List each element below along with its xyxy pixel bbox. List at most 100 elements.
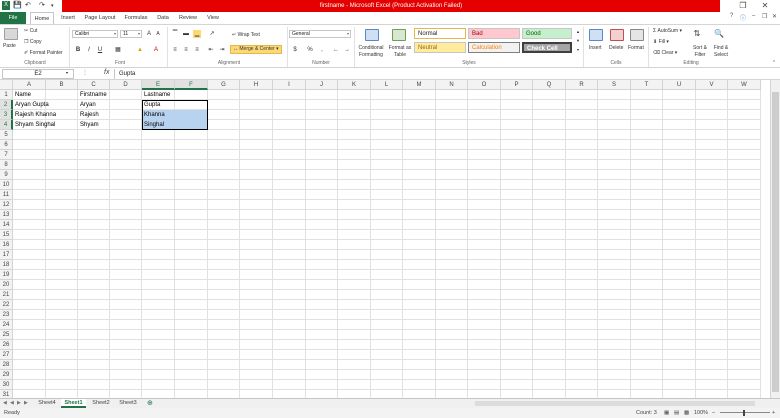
page-break-view-icon[interactable]: ▩ — [684, 408, 689, 418]
column-header[interactable]: G — [208, 80, 240, 90]
cell-a2[interactable]: Aryan Gupta — [13, 100, 49, 110]
delete-button[interactable]: Delete — [609, 45, 623, 52]
spreadsheet-grid[interactable]: A B C D E F G H I J K L M N O P Q R S T U V W 1 2 3 4 5 6 7 8 9 10 11 12 13… — [0, 80, 780, 398]
conditional-formatting-icon[interactable] — [365, 29, 379, 41]
cell-e3[interactable]: Khanna — [142, 110, 165, 120]
grow-font-icon[interactable]: A — [145, 30, 153, 38]
next-sheet-icon[interactable]: ▶ — [17, 399, 21, 408]
tab-data[interactable]: Data — [153, 12, 173, 24]
format-as-table-icon[interactable] — [392, 29, 406, 41]
font-name-combo[interactable]: Calibri ▾ — [72, 30, 118, 38]
help-circle-icon[interactable]: ⓘ — [740, 13, 746, 22]
style-calculation[interactable]: Calculation — [468, 42, 520, 53]
row-header[interactable]: 10 — [0, 180, 13, 190]
bold-icon[interactable]: B — [74, 46, 82, 54]
sheet-tab-sheet3[interactable]: Sheet3 — [116, 399, 140, 408]
autosum-button[interactable]: Σ AutoSum ▾ — [653, 28, 682, 35]
qat-customize-icon[interactable]: ▾ — [51, 1, 54, 11]
row-header[interactable]: 22 — [0, 300, 13, 310]
tab-page-layout[interactable]: Page Layout — [82, 12, 118, 24]
borders-icon[interactable]: ▦ — [114, 46, 122, 54]
delete-cells-icon[interactable] — [610, 29, 624, 41]
styles-scroll-up-icon[interactable]: ▲ — [574, 28, 582, 36]
format-cells-icon[interactable] — [630, 29, 644, 41]
zoom-level[interactable]: 100% — [694, 408, 708, 418]
find-select-button[interactable]: Find & Select — [710, 45, 732, 59]
cell-c3[interactable]: Rajesh — [78, 110, 99, 120]
horizontal-scrollbar[interactable] — [475, 401, 755, 406]
column-header[interactable]: N — [436, 80, 468, 90]
sort-filter-button[interactable]: Sort & Filter — [689, 45, 711, 59]
row-header[interactable]: 29 — [0, 370, 13, 380]
align-center-icon[interactable]: ≡ — [182, 46, 190, 54]
style-neutral[interactable]: Neutral — [414, 42, 466, 53]
styles-scroll-down-icon[interactable]: ▼ — [574, 37, 582, 45]
row-header[interactable]: 12 — [0, 200, 13, 210]
row-header[interactable]: 27 — [0, 350, 13, 360]
cell-e2[interactable]: Gupta — [142, 100, 160, 110]
row-header[interactable]: 6 — [0, 140, 13, 150]
align-top-icon[interactable]: ▔ — [171, 30, 179, 38]
vertical-scrollbar[interactable] — [770, 80, 780, 398]
cell-c4[interactable]: Shyam — [78, 120, 99, 130]
insert-cells-icon[interactable] — [589, 29, 603, 41]
wrap-text-button[interactable]: ↵ Wrap Text — [232, 32, 260, 39]
sort-filter-icon[interactable]: ⇅ — [693, 30, 701, 38]
cell-a4[interactable]: Shyam Singhal — [13, 120, 55, 130]
align-middle-icon[interactable]: ▬ — [182, 30, 190, 38]
row-header[interactable]: 15 — [0, 230, 13, 240]
row-header[interactable]: 5 — [0, 130, 13, 140]
align-bottom-icon[interactable]: ▁ — [193, 30, 201, 38]
clear-button[interactable]: ⌫ Clear ▾ — [653, 50, 677, 57]
new-sheet-icon[interactable]: ⊕ — [147, 399, 153, 408]
prev-sheet-icon[interactable]: ◀ — [10, 399, 14, 408]
percent-button[interactable]: % — [306, 46, 314, 54]
paste-button[interactable]: Paste — [3, 43, 16, 50]
row-header[interactable]: 28 — [0, 360, 13, 370]
column-header[interactable]: R — [566, 80, 598, 90]
column-header[interactable]: M — [403, 80, 436, 90]
column-header[interactable]: F — [175, 80, 208, 90]
merge-center-button[interactable]: ↔ Merge & Center ▾ — [230, 45, 282, 54]
collapse-ribbon-icon[interactable]: ⌃ — [770, 59, 778, 67]
row-header[interactable]: 3 — [0, 110, 13, 120]
scrollbar-thumb[interactable] — [772, 92, 779, 392]
sheet-tab-sheet4[interactable]: Sheet4 — [36, 399, 58, 408]
column-header[interactable]: S — [598, 80, 631, 90]
comma-button[interactable]: , — [318, 46, 326, 54]
row-header[interactable]: 26 — [0, 340, 13, 350]
row-header[interactable]: 8 — [0, 160, 13, 170]
column-header[interactable]: W — [728, 80, 761, 90]
format-painter-button[interactable]: ✐ Format Painter — [24, 50, 63, 57]
column-header[interactable]: A — [13, 80, 46, 90]
decrease-decimal-icon[interactable]: → — [343, 46, 351, 54]
fill-button[interactable]: ⬇ Fill ▾ — [653, 39, 669, 46]
font-size-combo[interactable]: 11 ▾ — [120, 30, 142, 38]
row-header[interactable]: 20 — [0, 280, 13, 290]
paste-icon[interactable] — [4, 28, 18, 40]
column-header[interactable]: Q — [533, 80, 566, 90]
row-header[interactable]: 18 — [0, 260, 13, 270]
column-header[interactable]: P — [501, 80, 533, 90]
sheet-tab-sheet2[interactable]: Sheet2 — [89, 399, 113, 408]
row-header[interactable]: 16 — [0, 240, 13, 250]
column-header[interactable]: J — [306, 80, 338, 90]
column-header[interactable]: D — [110, 80, 142, 90]
redo-icon[interactable]: ↷ — [39, 1, 45, 11]
tab-home[interactable]: Home — [30, 12, 54, 24]
zoom-in-icon[interactable]: + — [772, 408, 775, 418]
tab-formulas[interactable]: Formulas — [121, 12, 151, 24]
tab-view[interactable]: View — [203, 12, 223, 24]
increase-indent-icon[interactable]: ⇥ — [218, 46, 226, 54]
row-header[interactable]: 13 — [0, 210, 13, 220]
row-header[interactable]: 14 — [0, 220, 13, 230]
row-header[interactable]: 4 — [0, 120, 13, 130]
format-button[interactable]: Format — [628, 45, 644, 52]
zoom-slider[interactable] — [720, 412, 770, 413]
column-header[interactable]: C — [78, 80, 110, 90]
style-check-cell[interactable]: Check Cell — [522, 42, 572, 53]
minimize-ribbon-icon[interactable]: – — [752, 13, 755, 19]
first-sheet-icon[interactable]: ◀ — [3, 399, 7, 408]
page-layout-view-icon[interactable]: ▤ — [674, 408, 679, 418]
row-header[interactable]: 11 — [0, 190, 13, 200]
